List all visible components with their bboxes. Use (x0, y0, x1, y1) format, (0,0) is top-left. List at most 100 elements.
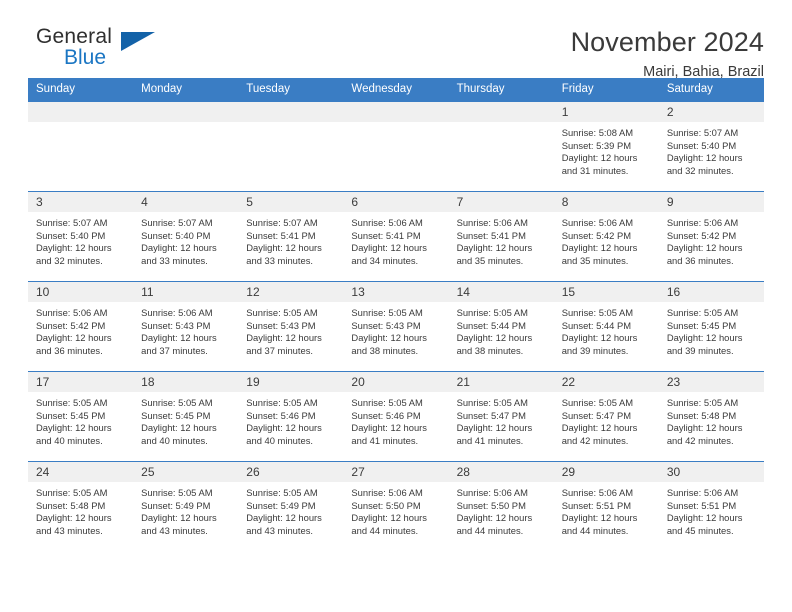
day-number: 25 (133, 462, 239, 482)
calendar-cell-day[interactable]: 18 Sunrise: 5:05 AM Sunset: 5:45 PM Dayligh… (133, 371, 239, 462)
day-sunrise-text: Sunrise: 5:08 AM (561, 127, 634, 138)
day-details: Sunrise: 5:06 AM Sunset: 5:42 PM Daylight:… (554, 212, 659, 267)
day-sunrise-text: Sunrise: 5:05 AM (351, 307, 423, 318)
day-sunrise-text: Sunrise: 5:06 AM (351, 217, 423, 228)
calendar-cell-day[interactable]: 11 Sunrise: 5:06 AM Sunset: 5:43 PM Dayligh… (133, 281, 239, 372)
day-sunrise-text: Sunrise: 5:06 AM (666, 487, 739, 498)
day-daylight-text: Daylight: 12 hours (36, 332, 112, 344)
day-number: 26 (238, 462, 344, 482)
day-daylight-text: Daylight: 12 hours (246, 242, 322, 254)
calendar-cell-day[interactable]: 25 Sunrise: 5:05 AM Sunset: 5:49 PM Dayligh… (133, 461, 239, 552)
day-sunset-text: Sunset: 5:40 PM (36, 229, 106, 241)
day-sunset-text: Sunset: 5:41 PM (456, 229, 526, 241)
day-sunrise-text: Sunrise: 5:07 AM (246, 217, 318, 228)
calendar-cell-day[interactable]: 9 Sunrise: 5:06 AM Sunset: 5:42 PM Daylight… (658, 191, 764, 282)
calendar-cell-day[interactable]: 3 Sunrise: 5:07 AM Sunset: 5:40 PM Daylight… (28, 191, 134, 282)
calendar-cell-day[interactable]: 7 Sunrise: 5:06 AM Sunset: 5:41 PM Daylight… (448, 191, 554, 282)
calendar-cell-day[interactable]: 13 Sunrise: 5:05 AM Sunset: 5:43 PM Dayligh… (343, 281, 449, 372)
day-details: Sunrise: 5:08 AM Sunset: 5:39 PM Daylight:… (554, 122, 659, 177)
calendar-cell-day[interactable]: 27 Sunrise: 5:06 AM Sunset: 5:50 PM Dayligh… (343, 461, 449, 552)
calendar-cell-day[interactable]: 16 Sunrise: 5:05 AM Sunset: 5:45 PM Dayligh… (658, 281, 764, 372)
calendar-cell-day[interactable]: 4 Sunrise: 5:07 AM Sunset: 5:40 PM Daylight… (133, 191, 239, 282)
calendar-cell-day[interactable]: 5 Sunrise: 5:07 AM Sunset: 5:41 PM Daylight… (238, 191, 344, 282)
calendar-cell-day[interactable]: 28 Sunrise: 5:06 AM Sunset: 5:50 PM Dayligh… (448, 461, 554, 552)
day-details: Sunrise: 5:05 AM Sunset: 5:45 PM Daylight:… (133, 392, 238, 447)
day-sunset-text: Sunset: 5:49 PM (141, 499, 211, 511)
day-daylight-text: and 33 minutes. (141, 254, 208, 266)
calendar-cell-day[interactable]: 29 Sunrise: 5:06 AM Sunset: 5:51 PM Dayligh… (553, 461, 659, 552)
day-sunset-text: Sunset: 5:49 PM (246, 499, 316, 511)
calendar-cell-day[interactable]: 2 Sunrise: 5:07 AM Sunset: 5:40 PM Daylight… (658, 101, 764, 192)
day-sunset-text: Sunset: 5:45 PM (666, 319, 737, 331)
calendar-cell-day[interactable]: 19 Sunrise: 5:05 AM Sunset: 5:46 PM Dayligh… (238, 371, 344, 462)
day-number: 8 (553, 192, 659, 212)
calendar-cell-day[interactable]: 6 Sunrise: 5:06 AM Sunset: 5:41 PM Daylight… (343, 191, 449, 282)
calendar-cell-empty (238, 101, 344, 192)
title-block: November 2024 Mairi, Bahia, Brazil (571, 26, 764, 83)
day-details: Sunrise: 5:06 AM Sunset: 5:42 PM Daylight:… (28, 302, 133, 357)
calendar-cell-day[interactable]: 10 Sunrise: 5:06 AM Sunset: 5:42 PM Dayligh… (28, 281, 134, 372)
day-details: Sunrise: 5:06 AM Sunset: 5:51 PM Daylight:… (554, 482, 659, 537)
calendar-cell-day[interactable]: 26 Sunrise: 5:05 AM Sunset: 5:49 PM Dayligh… (238, 461, 344, 552)
calendar-cell-day[interactable]: 14 Sunrise: 5:05 AM Sunset: 5:44 PM Dayligh… (448, 281, 554, 372)
day-sunset-text: Sunset: 5:41 PM (246, 229, 316, 241)
day-daylight-text: and 38 minutes. (456, 344, 524, 356)
calendar-cell-day[interactable]: 23 Sunrise: 5:05 AM Sunset: 5:48 PM Dayligh… (658, 371, 764, 462)
calendar-week-row: 24 Sunrise: 5:05 AM Sunset: 5:48 PM Dayligh… (28, 461, 764, 552)
day-daylight-text: Daylight: 12 hours (141, 422, 217, 434)
day-details: Sunrise: 5:07 AM Sunset: 5:40 PM Daylight:… (28, 212, 133, 267)
day-details: Sunrise: 5:06 AM Sunset: 5:50 PM Daylight:… (343, 482, 448, 537)
calendar-cell-day[interactable]: 12 Sunrise: 5:05 AM Sunset: 5:43 PM Dayligh… (238, 281, 344, 372)
calendar-cell-day[interactable]: 1 Sunrise: 5:08 AM Sunset: 5:39 PM Daylight… (553, 101, 659, 192)
day-sunset-text: Sunset: 5:46 PM (351, 409, 421, 421)
day-daylight-text: Daylight: 12 hours (561, 512, 638, 524)
page-header: General Blue November 2024 Mairi, Bahia,… (28, 0, 764, 81)
day-number: 28 (448, 462, 554, 482)
general-blue-logo[interactable]: General Blue (28, 26, 168, 68)
day-sunset-text: Sunset: 5:43 PM (141, 319, 211, 331)
day-number (28, 102, 134, 122)
day-sunrise-text: Sunrise: 5:06 AM (456, 217, 528, 228)
day-sunset-text: Sunset: 5:39 PM (561, 139, 632, 151)
day-number: 10 (28, 282, 134, 302)
day-daylight-text: Daylight: 12 hours (351, 242, 427, 254)
day-daylight-text: Daylight: 12 hours (246, 512, 322, 524)
calendar-cell-day[interactable]: 17 Sunrise: 5:05 AM Sunset: 5:45 PM Dayligh… (28, 371, 134, 462)
day-sunset-text: Sunset: 5:45 PM (141, 409, 211, 421)
day-daylight-text: Daylight: 12 hours (666, 242, 743, 254)
calendar-cell-day[interactable]: 21 Sunrise: 5:05 AM Sunset: 5:47 PM Dayligh… (448, 371, 554, 462)
day-details: Sunrise: 5:07 AM Sunset: 5:40 PM Daylight:… (133, 212, 238, 267)
calendar-cell-day[interactable]: 8 Sunrise: 5:06 AM Sunset: 5:42 PM Daylight… (553, 191, 659, 282)
calendar-cell-day[interactable]: 24 Sunrise: 5:05 AM Sunset: 5:48 PM Dayligh… (28, 461, 134, 552)
calendar-cell-empty (343, 101, 449, 192)
day-sunrise-text: Sunrise: 5:05 AM (666, 397, 739, 408)
calendar-cell-day[interactable]: 15 Sunrise: 5:05 AM Sunset: 5:44 PM Dayligh… (553, 281, 659, 372)
day-number: 9 (658, 192, 764, 212)
day-details: Sunrise: 5:05 AM Sunset: 5:43 PM Daylight:… (343, 302, 448, 357)
day-daylight-text: and 38 minutes. (351, 344, 419, 356)
day-daylight-text: Daylight: 12 hours (666, 512, 743, 524)
location-subtitle: Mairi, Bahia, Brazil (643, 64, 764, 80)
day-number: 29 (553, 462, 659, 482)
day-number: 6 (343, 192, 449, 212)
day-daylight-text: and 37 minutes. (246, 344, 313, 356)
day-daylight-text: and 45 minutes. (666, 524, 734, 536)
calendar-cell-day[interactable]: 22 Sunrise: 5:05 AM Sunset: 5:47 PM Dayligh… (553, 371, 659, 462)
day-number: 13 (343, 282, 449, 302)
calendar-cell-day[interactable]: 30 Sunrise: 5:06 AM Sunset: 5:51 PM Dayligh… (658, 461, 764, 552)
day-sunset-text: Sunset: 5:44 PM (456, 319, 526, 331)
day-sunrise-text: Sunrise: 5:05 AM (246, 307, 318, 318)
day-sunrise-text: Sunrise: 5:05 AM (456, 397, 528, 408)
weekday-header-wednesday: Wednesday (343, 78, 449, 102)
day-daylight-text: Daylight: 12 hours (351, 512, 427, 524)
day-sunset-text: Sunset: 5:43 PM (246, 319, 316, 331)
day-sunset-text: Sunset: 5:48 PM (36, 499, 106, 511)
calendar-cell-day[interactable]: 20 Sunrise: 5:05 AM Sunset: 5:46 PM Dayligh… (343, 371, 449, 462)
day-sunset-text: Sunset: 5:40 PM (141, 229, 211, 241)
weekday-header-monday: Monday (133, 78, 239, 102)
calendar-week-row: 17 Sunrise: 5:05 AM Sunset: 5:45 PM Dayligh… (28, 371, 764, 462)
day-sunrise-text: Sunrise: 5:05 AM (456, 307, 528, 318)
day-details: Sunrise: 5:06 AM Sunset: 5:51 PM Daylight:… (659, 482, 764, 537)
day-details: Sunrise: 5:05 AM Sunset: 5:44 PM Daylight:… (449, 302, 554, 357)
day-daylight-text: and 42 minutes. (666, 434, 734, 446)
